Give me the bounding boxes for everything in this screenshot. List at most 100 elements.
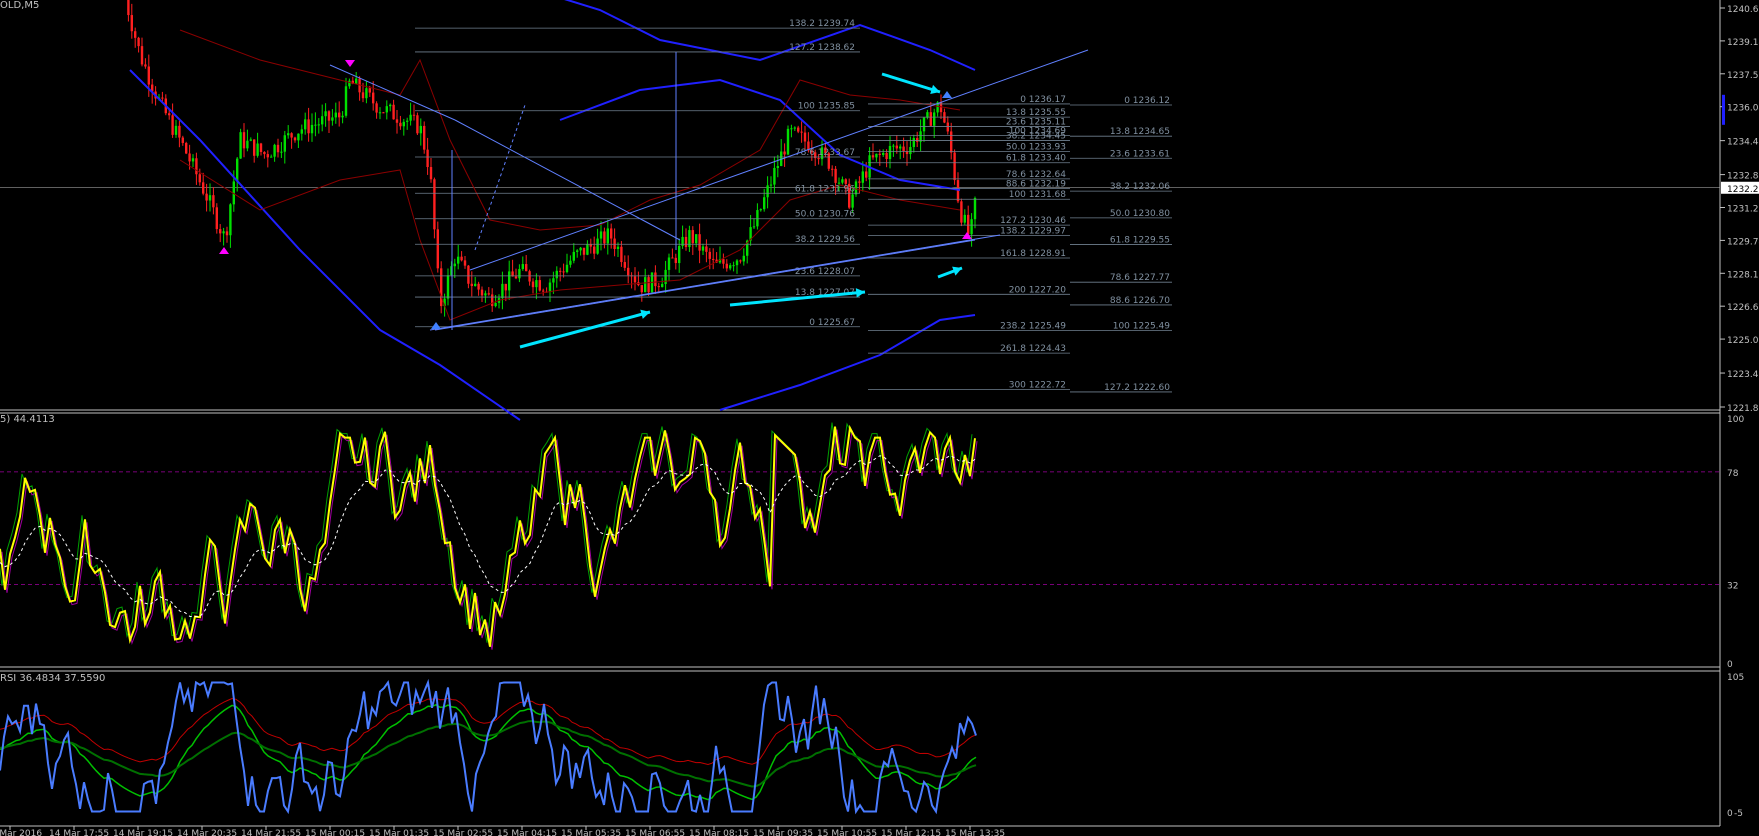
time-tick-label: 15 Mar 02:55 bbox=[433, 829, 493, 836]
bear-candle bbox=[871, 155, 875, 158]
bear-candle bbox=[372, 92, 375, 104]
time-tick-label: 15 Mar 06:55 bbox=[625, 829, 685, 836]
rsi-line bbox=[0, 678, 977, 815]
bull-candle bbox=[841, 179, 844, 183]
bull-candle bbox=[249, 139, 252, 141]
time-tick-label: 14 Mar 17:55 bbox=[49, 829, 109, 836]
bull-candle bbox=[888, 146, 892, 160]
bull-candle bbox=[606, 228, 609, 244]
time-tick-label: 15 Mar 00:15 bbox=[305, 829, 365, 836]
bull-candle bbox=[270, 156, 273, 158]
bear-candle bbox=[712, 258, 715, 260]
bear-candle bbox=[797, 127, 800, 132]
bear-candle bbox=[185, 142, 188, 154]
price-tick-label: 1228.19 bbox=[1727, 270, 1759, 280]
fib-right-label: 13.8 1234.65 bbox=[1110, 127, 1170, 137]
bear-candle bbox=[198, 174, 201, 183]
rsi-ma-line bbox=[0, 704, 977, 801]
bull-candle bbox=[854, 181, 858, 195]
bear-candle bbox=[382, 112, 385, 114]
bull-candle bbox=[579, 247, 582, 251]
time-tick-label: 15 Mar 13:35 bbox=[945, 829, 1005, 836]
bull-candle bbox=[287, 133, 290, 136]
price-tick-label: 1240.69 bbox=[1727, 5, 1759, 15]
axes: 1240.69 1239.14 1237.59 1236.04 1234.44 1232.… bbox=[0, 5, 1759, 836]
bull-candle bbox=[297, 133, 300, 141]
price-tick-label: 1226.64 bbox=[1727, 303, 1759, 313]
bear-candle bbox=[542, 290, 545, 292]
price-tick-label: 1229.74 bbox=[1727, 237, 1759, 247]
price-tick-label: 1225.09 bbox=[1727, 336, 1759, 346]
bear-candle bbox=[487, 293, 490, 295]
bear-candle bbox=[589, 244, 592, 247]
bull-candle bbox=[644, 277, 647, 293]
bull-candle bbox=[769, 184, 773, 186]
bull-candle bbox=[246, 140, 249, 149]
bear-candle bbox=[834, 168, 837, 183]
bull-candle bbox=[300, 129, 303, 134]
bull-candle bbox=[973, 198, 977, 220]
bull-candle bbox=[317, 124, 320, 126]
time-tick-label: 15 Mar 08:15 bbox=[689, 829, 749, 836]
time-tick-label: 15 Mar 12:15 bbox=[881, 829, 941, 836]
bear-candle bbox=[202, 182, 205, 194]
bull-candle bbox=[548, 282, 552, 292]
bear-candle bbox=[800, 131, 803, 133]
bear-candle bbox=[739, 260, 742, 262]
bull-candle bbox=[457, 256, 460, 264]
fractal-up-arrow bbox=[219, 247, 229, 254]
fib-right-label: 0 1236.12 bbox=[1124, 96, 1170, 106]
stochastic-label: 5) 44.4113 bbox=[0, 414, 55, 425]
stochastic-panel[interactable] bbox=[0, 422, 1720, 650]
fib-left-label: 38.2 1229.56 bbox=[795, 235, 855, 245]
bear-candle bbox=[266, 154, 269, 158]
rsi-axis-label: 0 bbox=[1727, 809, 1733, 819]
bull-candle bbox=[402, 121, 405, 127]
bear-candle bbox=[603, 231, 606, 244]
fib-left-label: 50.0 1230.76 bbox=[795, 210, 855, 220]
annotation-arrow bbox=[881, 72, 941, 94]
bull-candle bbox=[535, 280, 538, 288]
price-tick-label: 1236.04 bbox=[1727, 104, 1759, 114]
bull-candle bbox=[341, 115, 344, 118]
bear-candle bbox=[691, 230, 694, 244]
trading-chart[interactable]: 138.2 1239.74 127.2 1238.62 100 1235.85 78.… bbox=[0, 0, 1759, 836]
bull-candle bbox=[191, 158, 195, 162]
bull-candle bbox=[933, 112, 936, 126]
bull-candle bbox=[882, 152, 885, 155]
bear-candle bbox=[412, 114, 416, 116]
bull-candle bbox=[695, 234, 698, 244]
bull-candle bbox=[494, 302, 497, 307]
bull-candle bbox=[759, 209, 762, 211]
bear-candle bbox=[946, 122, 949, 132]
bull-candle bbox=[453, 263, 456, 267]
bear-candle bbox=[684, 236, 688, 248]
bull-candle bbox=[552, 278, 555, 283]
bear-candle bbox=[916, 138, 919, 142]
fib-center-label: 23.6 1235.11 bbox=[1006, 117, 1066, 127]
bear-candle bbox=[902, 146, 905, 152]
bull-candle bbox=[892, 145, 895, 147]
price-tick-label: 1237.59 bbox=[1727, 71, 1759, 81]
bull-candle bbox=[875, 153, 878, 158]
bull-candle bbox=[273, 144, 276, 157]
fractal-down-arrow bbox=[345, 60, 355, 67]
bear-candle bbox=[654, 272, 657, 287]
bull-candle bbox=[569, 260, 572, 265]
bear-candle bbox=[219, 229, 222, 234]
bull-candle bbox=[599, 231, 603, 239]
bear-candle bbox=[276, 144, 280, 153]
rsi-panel[interactable] bbox=[0, 678, 977, 815]
bull-candle bbox=[385, 106, 388, 113]
bull-candle bbox=[793, 127, 796, 129]
bear-candle bbox=[368, 88, 371, 93]
fractal-up-arrow bbox=[942, 91, 952, 98]
fib-center-label: 50.0 1233.93 bbox=[1006, 142, 1066, 152]
bull-candle bbox=[365, 88, 368, 99]
bull-candle bbox=[766, 185, 769, 198]
trend-line bbox=[454, 119, 681, 241]
bull-candle bbox=[324, 111, 327, 117]
bull-candle bbox=[576, 250, 579, 252]
price-panel[interactable]: 138.2 1239.74 127.2 1238.62 100 1235.85 78.… bbox=[0, 0, 1720, 421]
moving-average-line bbox=[564, 0, 976, 71]
